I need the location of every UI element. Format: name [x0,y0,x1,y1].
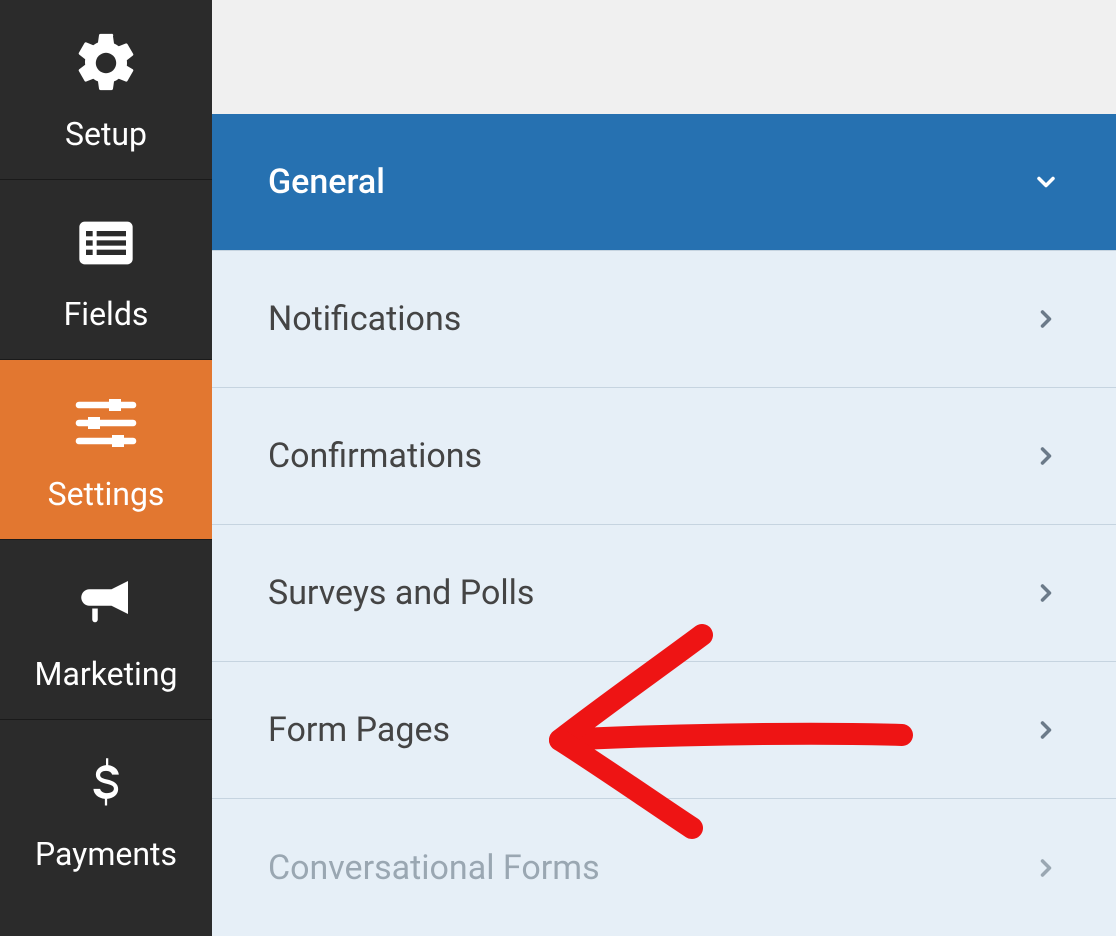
bullhorn-icon [70,567,142,639]
settings-main: General Notifications Confirmations [212,0,1116,936]
sidebar: Setup Fields [0,0,212,936]
settings-panel-confirmations[interactable]: Confirmations [212,388,1116,525]
dollar-icon [70,747,142,819]
chevron-right-icon [1032,854,1060,882]
settings-panel-list: General Notifications Confirmations [212,114,1116,936]
settings-panel-surveys-and-polls[interactable]: Surveys and Polls [212,525,1116,662]
settings-panel-form-pages[interactable]: Form Pages [212,662,1116,799]
sidebar-item-label: Marketing [35,655,178,693]
sidebar-item-label: Setup [65,115,147,153]
settings-panel-label: Surveys and Polls [268,573,534,613]
sidebar-item-settings[interactable]: Settings [0,360,212,540]
sidebar-item-setup[interactable]: Setup [0,0,212,180]
top-spacer [212,0,1116,114]
list-icon [70,207,142,279]
settings-panel-label: Confirmations [268,436,482,476]
chevron-right-icon [1032,579,1060,607]
settings-panel-label: Conversational Forms [268,848,600,888]
settings-panel-label: Form Pages [268,710,450,750]
app-root: Setup Fields [0,0,1116,936]
chevron-down-icon [1032,168,1060,196]
chevron-right-icon [1032,716,1060,744]
chevron-right-icon [1032,442,1060,470]
sidebar-item-payments[interactable]: Payments [0,720,212,900]
settings-panel-label: Notifications [268,299,461,339]
sidebar-item-marketing[interactable]: Marketing [0,540,212,720]
settings-panel-label: General [268,162,385,202]
settings-panel-notifications[interactable]: Notifications [212,251,1116,388]
settings-panel-conversational-forms[interactable]: Conversational Forms [212,799,1116,936]
settings-panel-general[interactable]: General [212,114,1116,251]
sidebar-item-label: Fields [64,295,149,333]
sidebar-item-label: Payments [35,835,177,873]
sidebar-item-fields[interactable]: Fields [0,180,212,360]
sliders-icon [70,387,142,459]
gear-icon [70,27,142,99]
chevron-right-icon [1032,305,1060,333]
sidebar-item-label: Settings [48,475,165,513]
